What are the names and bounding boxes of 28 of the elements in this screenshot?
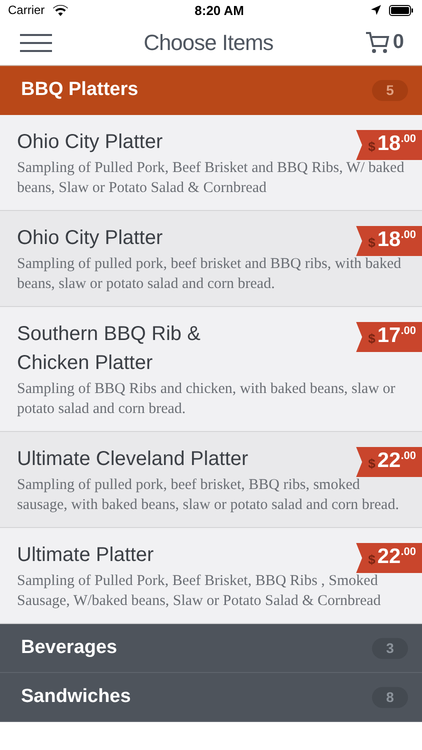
item-description: Sampling of Pulled Pork, Beef Brisket and BBQ Ribs, W/ baked beans, Slaw or Potato Salad & Cornbread bbox=[17, 159, 406, 198]
category-name: BBQ Platters bbox=[21, 79, 138, 101]
item-name: Ultimate Platter bbox=[17, 543, 155, 568]
wifi-icon bbox=[52, 4, 68, 16]
category-header[interactable]: Beverages 3 bbox=[0, 624, 422, 673]
category-name: Beverages bbox=[21, 637, 118, 659]
item-description: Sampling of BBQ Ribs and chicken, with baked beans, slaw or potato salad and corn bread. bbox=[17, 380, 396, 419]
page-title: Choose Items bbox=[144, 30, 274, 56]
item-name: Ohio City Platter bbox=[17, 226, 164, 251]
location-arrow-icon bbox=[370, 5, 381, 15]
menu-icon[interactable] bbox=[20, 34, 52, 52]
carrier-name: Carrier bbox=[8, 3, 45, 17]
item-description: Sampling of Pulled Pork, Beef Brisket, BBQ Ribs , Smoked Sausage, W/baked beans, Slaw or Potato Salad & Cornbread bbox=[17, 572, 382, 611]
cart-button[interactable]: 0 bbox=[364, 30, 404, 54]
item-description: Sampling of pulled pork, beef brisket and BBQ ribs, with baked beans, slaw or potato salad and corn bread. bbox=[17, 255, 402, 294]
item-name: Ohio City Platter bbox=[17, 130, 164, 155]
item-description: Sampling of pulled pork, beef brisket, BBQ ribs, smoked sausage, with baked beans, slaw or potato salad and corn bread. bbox=[17, 476, 400, 515]
item-count-badge: 3 bbox=[372, 638, 408, 658]
battery-icon bbox=[388, 4, 414, 16]
category-header[interactable]: Sandwiches 8 bbox=[0, 673, 422, 722]
clock-time: 8:20 AM bbox=[194, 2, 244, 18]
item-name: Southern BBQ Rib & Chicken Platter bbox=[17, 322, 202, 376]
cart-icon bbox=[364, 30, 391, 54]
item-count-badge: 5 bbox=[372, 80, 408, 100]
item-name: Ultimate Cleveland Platter bbox=[17, 447, 250, 472]
item-count-badge: 8 bbox=[372, 686, 408, 708]
category-header[interactable]: BBQ Platters 5 bbox=[0, 66, 422, 115]
category-name: Sandwiches bbox=[21, 686, 131, 708]
